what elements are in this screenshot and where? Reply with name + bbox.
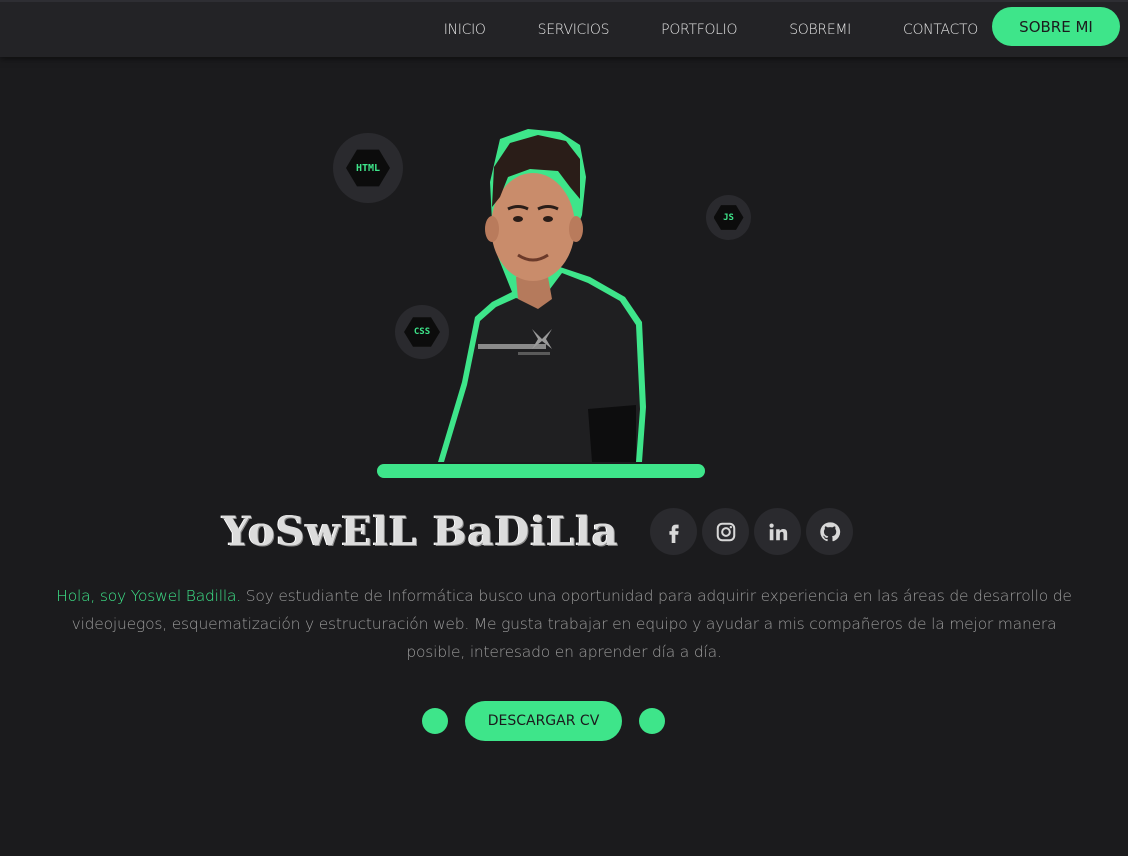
linkedin-button[interactable] xyxy=(754,508,801,555)
js-badge: JS xyxy=(706,195,751,240)
bio-paragraph: Hola, soy Yoswel Badilla. Soy estudiante… xyxy=(40,582,1088,666)
js-hex-icon: JS xyxy=(713,205,744,230)
bio-highlight: Hola, soy Yoswel Badilla. xyxy=(56,587,241,605)
portrait-underline-bar xyxy=(377,464,705,478)
html-badge-label: HTML xyxy=(355,162,381,174)
download-cv-button[interactable]: DESCARGAR CV xyxy=(465,701,622,741)
html-hex-icon: HTML xyxy=(346,149,390,187)
left-dot-decoration xyxy=(422,708,448,734)
nav-links: INICIO SERVICIOS PORTFOLIO SOBREMI CONTA… xyxy=(392,2,979,57)
nav-link-contacto[interactable]: CONTACTO xyxy=(903,22,978,38)
html-badge: HTML xyxy=(333,133,403,203)
right-dot-decoration xyxy=(639,708,665,734)
github-button[interactable] xyxy=(806,508,853,555)
name-row: YoSwElL BaDiLla xyxy=(222,503,619,559)
js-badge-label: JS xyxy=(723,212,734,223)
instagram-icon xyxy=(716,522,735,541)
facebook-button[interactable] xyxy=(650,508,697,555)
hero-name: YoSwElL BaDiLla xyxy=(222,507,619,555)
instagram-button[interactable] xyxy=(702,508,749,555)
sobre-mi-button[interactable]: SOBRE MI xyxy=(992,7,1120,46)
profile-portrait xyxy=(438,129,646,462)
nav-link-servicios[interactable]: SERVICIOS xyxy=(538,22,610,38)
navbar: INICIO SERVICIOS PORTFOLIO SOBREMI CONTA… xyxy=(0,0,1128,57)
social-links xyxy=(650,508,858,555)
hero-section: HTML JS CSS xyxy=(0,57,1128,478)
facebook-icon xyxy=(668,524,679,543)
nav-link-sobremi[interactable]: SOBREMI xyxy=(789,22,851,38)
nav-link-inicio[interactable]: INICIO xyxy=(444,22,486,38)
github-icon xyxy=(819,521,840,541)
nav-link-portfolio[interactable]: PORTFOLIO xyxy=(661,22,737,38)
linkedin-icon xyxy=(768,522,787,540)
